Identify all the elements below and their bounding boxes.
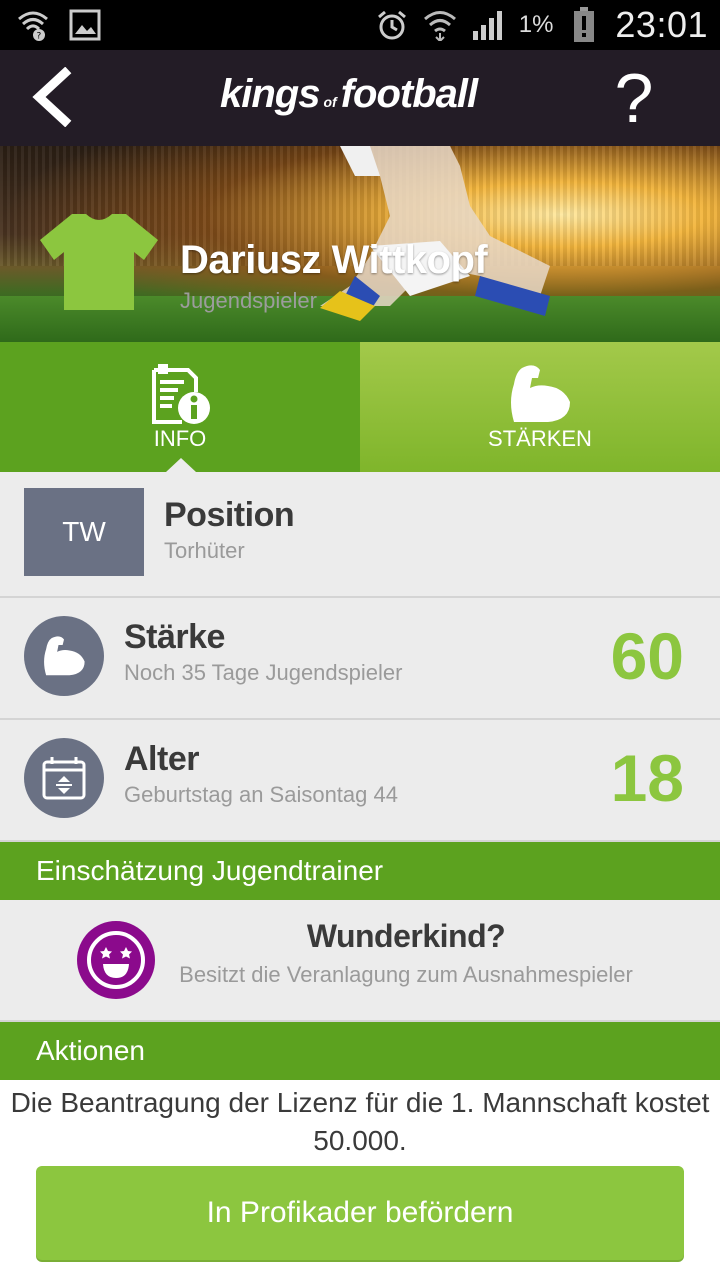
app-bar: kings of football ?	[0, 50, 720, 146]
age-icon-circle	[24, 738, 104, 818]
strength-title: Stärke	[124, 618, 225, 656]
star-eyes-smiley-icon	[77, 921, 155, 999]
actions-panel: Die Beantragung der Lizenz für die 1. Ma…	[0, 1080, 720, 1280]
actions-header: Aktionen	[0, 1022, 720, 1080]
assessment-row: Wunderkind? Besitzt die Veranlagung zum …	[0, 900, 720, 1022]
app-logo: kings of football	[220, 72, 478, 128]
strength-subtitle: Noch 35 Tage Jugendspieler	[124, 660, 403, 685]
tab-staerken-label: STÄRKEN	[488, 426, 592, 451]
position-badge: TW	[24, 488, 144, 576]
logo-text-kings: kings	[220, 72, 320, 116]
age-value: 18	[610, 741, 684, 815]
svg-text:?: ?	[37, 32, 42, 42]
bicep-icon	[511, 365, 570, 422]
license-cost-text: Die Beantragung der Lizenz für die 1. Ma…	[10, 1087, 710, 1156]
logo-text-of: of	[323, 94, 337, 110]
battery-percent: 1%	[518, 11, 554, 38]
strength-row: Stärke Noch 35 Tage Jugendspieler 60	[0, 598, 720, 720]
position-row: TW Position Torhüter	[0, 472, 720, 598]
tab-info[interactable]: INFO	[0, 342, 360, 472]
promote-to-pro-button[interactable]: In Profikader befördern	[36, 1166, 684, 1260]
status-bar: ? 1% 23:01	[0, 0, 720, 50]
age-title: Alter	[124, 740, 199, 778]
assessment-header: Einschätzung Jugendtrainer	[0, 842, 720, 900]
back-button[interactable]	[18, 64, 84, 130]
image-icon	[68, 8, 102, 42]
help-button[interactable]: ?	[604, 58, 664, 138]
strength-value: 60	[610, 619, 684, 693]
alarm-icon	[375, 8, 409, 42]
info-document-icon	[152, 364, 210, 424]
assessment-title: Wunderkind?	[306, 918, 506, 954]
tab-info-label: INFO	[153, 426, 207, 451]
player-status: Jugendspieler	[180, 288, 317, 313]
back-arrow-icon	[32, 67, 72, 127]
active-tab-indicator	[166, 458, 196, 472]
wifi-icon	[423, 8, 457, 42]
position-title: Position	[164, 496, 295, 534]
age-subtitle: Geburtstag an Saisontag 44	[124, 782, 398, 807]
player-name: Dariusz Wittkopf	[180, 238, 488, 282]
logo-text-football: football	[340, 72, 478, 116]
signal-icon	[471, 8, 505, 42]
assessment-subtitle: Besitzt die Veranlagung zum Ausnahmespie…	[179, 962, 633, 987]
clock: 23:01	[615, 4, 708, 45]
strength-icon-circle	[24, 616, 104, 696]
calendar-icon	[42, 757, 86, 800]
position-value: Torhüter	[164, 538, 245, 563]
age-row: Alter Geburtstag an Saisontag 44 18	[0, 720, 720, 842]
wifi-question-icon: ?	[16, 8, 50, 42]
tab-bar: INFO STÄRKEN	[0, 342, 720, 472]
tab-staerken[interactable]: STÄRKEN	[360, 342, 720, 472]
bicep-icon	[44, 636, 85, 676]
battery-alert-icon	[567, 7, 601, 42]
jersey-icon	[40, 214, 158, 310]
